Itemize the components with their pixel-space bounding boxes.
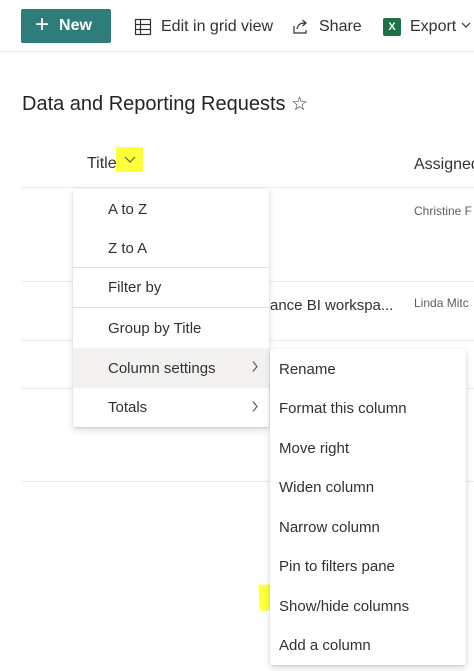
command-bar: + New Edit in grid view Share X Export: [0, 0, 474, 52]
menu-item-label: Rename: [279, 360, 336, 378]
column-header-assigned[interactable]: Assigned: [414, 156, 474, 174]
menu-item-label: Move right: [279, 439, 350, 457]
chevron-right-icon: [251, 400, 259, 415]
share-icon: [291, 17, 311, 37]
table-row-title[interactable]: ance BI workspa...: [270, 297, 393, 314]
title-dropdown-chevron[interactable]: [116, 147, 143, 172]
menu-item-narrow-column[interactable]: Narrow column: [270, 507, 466, 547]
menu-item-widen-column[interactable]: Widen column: [270, 468, 466, 507]
new-button-label: New: [59, 17, 92, 34]
menu-item-label: Narrow column: [279, 518, 380, 536]
menu-item-label: Format this column: [279, 400, 407, 417]
menu-item-label: Pin to filters pane: [279, 558, 395, 575]
menu-item-column-settings[interactable]: Column settings: [73, 348, 269, 388]
menu-item-label: Show/hide columns: [279, 597, 410, 615]
menu-item-label: Add a column: [279, 637, 371, 654]
chevron-down-icon[interactable]: [460, 18, 472, 34]
menu-item-label: Column settings: [108, 359, 216, 377]
menu-item-format-column[interactable]: Format this column: [270, 389, 466, 428]
excel-icon: X: [382, 17, 402, 37]
menu-item-label: Widen column: [279, 479, 375, 496]
menu-item-add-column[interactable]: Add a column: [270, 626, 466, 665]
menu-item-show-hide-columns[interactable]: Show/hide columns: [270, 586, 466, 626]
table-row-assigned: Christine F: [414, 204, 473, 218]
export-button[interactable]: X Export: [382, 14, 456, 40]
menu-item-totals[interactable]: Totals: [73, 388, 269, 427]
table-row-assigned: Linda Mitc: [414, 296, 469, 310]
menu-item-move-right[interactable]: Move right: [270, 428, 466, 468]
edit-grid-view-button[interactable]: Edit in grid view: [133, 14, 273, 40]
menu-item-label: Z to A: [108, 239, 148, 257]
row-divider: [22, 187, 474, 188]
menu-item-label: Filter by: [108, 279, 162, 296]
export-label: Export: [410, 18, 457, 35]
menu-item-sort-a-to-z[interactable]: A to Z: [73, 189, 269, 229]
menu-item-label: Group by Title: [108, 319, 202, 337]
menu-item-group-by-title[interactable]: Group by Title: [73, 308, 269, 348]
menu-item-label: Totals: [108, 399, 148, 416]
menu-item-filter-by[interactable]: Filter by: [73, 268, 269, 307]
plus-icon: +: [35, 11, 50, 38]
menu-item-pin-to-filters[interactable]: Pin to filters pane: [270, 547, 466, 586]
share-button[interactable]: Share: [291, 14, 362, 40]
share-label: Share: [319, 18, 362, 35]
chevron-down-icon: [123, 151, 137, 169]
menu-item-label: A to Z: [108, 200, 148, 218]
menu-item-sort-z-to-a[interactable]: Z to A: [73, 229, 269, 267]
column-header-title-label: Title: [87, 155, 117, 172]
column-header-menu: A to Z Z to A Filter by Group by Title C…: [73, 189, 269, 427]
page-title: Data and Reporting Requests: [22, 93, 286, 115]
chevron-right-icon: [251, 361, 259, 376]
new-button[interactable]: + New: [21, 9, 111, 43]
star-icon[interactable]: ☆: [291, 93, 308, 116]
column-settings-submenu: Rename Format this column Move right Wid…: [270, 349, 466, 665]
excel-glyph: X: [383, 18, 401, 36]
grid-icon: [133, 17, 153, 37]
menu-item-rename[interactable]: Rename: [270, 349, 466, 389]
edit-grid-view-label: Edit in grid view: [161, 18, 274, 35]
column-header-title[interactable]: Title: [87, 155, 117, 173]
